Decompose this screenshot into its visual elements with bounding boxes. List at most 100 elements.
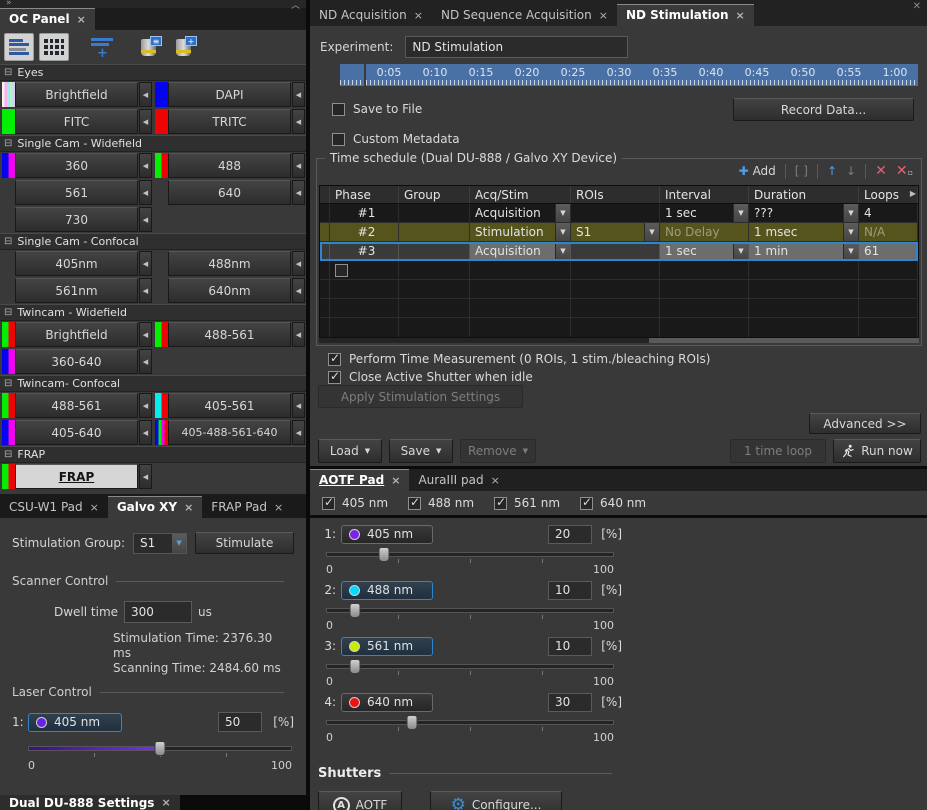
tab-galvo-xy[interactable]: Galvo XY × [108, 496, 202, 518]
col-duration[interactable]: Duration [749, 186, 859, 203]
oc-group-header-eyes[interactable]: ⊟ Eyes [0, 64, 306, 81]
stimulation-group-select[interactable]: S1 ▼ [133, 533, 187, 554]
collapse-group-icon[interactable]: ⊟ [4, 378, 12, 389]
move-up-icon[interactable]: ↑ [827, 164, 837, 178]
channel-488-checkbox[interactable] [408, 497, 421, 510]
channel-405-checkbox[interactable] [322, 497, 335, 510]
collapse-group-icon[interactable]: ⊟ [4, 307, 12, 318]
tear-off-icon[interactable]: ◀ [139, 278, 152, 303]
oc-button-fitc[interactable]: FITC [15, 109, 138, 134]
tab-oc-panel[interactable]: OC Panel × [0, 8, 95, 30]
close-icon[interactable]: × [274, 501, 283, 514]
duration-dropdown[interactable]: 1 min▼ [749, 242, 859, 260]
interval-cell[interactable]: No Delay [660, 223, 749, 241]
acq-stim-dropdown[interactable]: Acquisition▼ [470, 204, 571, 222]
tear-off-icon[interactable]: ◀ [139, 207, 152, 232]
rois-dropdown[interactable]: S1▼ [571, 223, 660, 241]
collapse-group-icon[interactable]: ⊟ [4, 236, 12, 247]
acq-stim-dropdown[interactable]: Acquisition▼ [470, 242, 571, 260]
tab-nd-sequence-acquisition[interactable]: ND Sequence Acquisition × [432, 5, 617, 26]
schedule-row-1[interactable]: #1 Acquisition▼ 1 sec▼ ???▼ 4 [320, 204, 918, 223]
aotf-laser-405-button[interactable]: 405 nm [341, 525, 433, 544]
chevron-down-icon[interactable]: ▼ [555, 223, 570, 241]
channel-640-checkbox[interactable] [580, 497, 593, 510]
interval-dropdown[interactable]: 1 sec▼ [660, 242, 749, 260]
chevron-down-icon[interactable]: ▼ [733, 242, 748, 260]
tear-off-icon[interactable]: ◀ [139, 251, 152, 276]
slider-handle[interactable] [349, 603, 360, 618]
laser-405-slider[interactable] [326, 547, 614, 561]
group-cell[interactable] [399, 204, 470, 222]
brackets-button[interactable]: [ ] [795, 164, 808, 178]
tab-frap-pad[interactable]: FRAP Pad × [202, 497, 292, 518]
list-view-button[interactable] [4, 33, 34, 61]
run-now-button[interactable]: Run now [833, 439, 921, 463]
laser-power-slider[interactable] [28, 741, 292, 755]
tab-aotf-pad[interactable]: AOTF Pad × [310, 469, 409, 491]
tear-off-icon[interactable]: ◀ [292, 420, 305, 445]
save-to-file-checkbox[interactable] [332, 103, 345, 116]
aotf-laser-640-button[interactable]: 640 nm [341, 693, 433, 712]
duration-dropdown[interactable]: ???▼ [749, 204, 859, 222]
collapse-panel-icon[interactable]: » [6, 0, 12, 8]
chevron-down-icon[interactable]: ▼ [171, 534, 186, 553]
close-icon[interactable]: × [414, 9, 423, 22]
oc-group-header-singlecam-widefield[interactable]: ⊟ Single Cam - Widefield [0, 135, 306, 152]
oc-button-tc-405-488-561-640[interactable]: 405-488-561-640 [168, 420, 291, 445]
close-icon[interactable]: × [161, 796, 170, 809]
oc-button-730[interactable]: 730 [15, 207, 138, 232]
slider-handle[interactable] [378, 547, 389, 562]
tear-off-icon[interactable]: ◀ [139, 109, 152, 134]
rois-cell[interactable] [571, 242, 660, 260]
tear-off-icon[interactable]: ◀ [292, 393, 305, 418]
oc-button-561nm[interactable]: 561nm [15, 278, 138, 303]
tear-off-icon[interactable]: ◀ [292, 251, 305, 276]
dwell-time-input[interactable] [124, 601, 192, 623]
shutter-configure-button[interactable]: ⚙ Configure... [430, 791, 562, 810]
scroll-up-icon[interactable]: ︿ [291, 0, 300, 11]
chevron-down-icon[interactable]: ▼ [644, 223, 659, 241]
oc-button-488[interactable]: 488 [168, 153, 291, 178]
loops-cell[interactable]: N/A [859, 223, 918, 241]
group-cell[interactable] [399, 242, 470, 260]
schedule-row-2[interactable]: #2 Stimulation▼ S1▼ No Delay 1 msec▼ N/A [320, 223, 918, 242]
loops-cell[interactable]: 61 [859, 242, 918, 260]
loops-cell[interactable]: 4 [859, 204, 918, 222]
laser-640-slider[interactable] [326, 715, 614, 729]
oc-button-frap-selected[interactable]: FRAP [15, 464, 138, 489]
channel-561-checkbox[interactable] [494, 497, 507, 510]
slider-handle[interactable] [155, 741, 166, 756]
save-button[interactable]: Save▼ [389, 439, 453, 463]
add-configuration-button[interactable]: + [87, 33, 117, 61]
close-icon[interactable]: × [391, 474, 400, 487]
chevron-down-icon[interactable]: ▼ [555, 204, 570, 222]
new-phase-checkbox[interactable] [335, 264, 348, 277]
record-data-button[interactable]: Record Data... [733, 98, 914, 121]
experiment-name-input[interactable] [405, 36, 628, 58]
oc-button-488nm[interactable]: 488nm [168, 251, 291, 276]
aotf-laser-488-button[interactable]: 488 nm [341, 581, 433, 600]
tear-off-icon[interactable]: ◀ [139, 420, 152, 445]
grid-view-button[interactable] [39, 33, 69, 61]
laser-561-power-input[interactable] [548, 637, 592, 656]
close-icon[interactable]: × [77, 13, 86, 26]
oc-button-640[interactable]: 640 [168, 180, 291, 205]
stimulate-button[interactable]: Stimulate [195, 532, 294, 554]
tear-off-icon[interactable]: ◀ [139, 180, 152, 205]
tab-nd-stimulation[interactable]: ND Stimulation × [617, 4, 754, 26]
tear-off-icon[interactable]: ◀ [292, 322, 305, 347]
load-button[interactable]: Load▼ [318, 439, 382, 463]
collapse-group-icon[interactable]: ⊟ [4, 449, 12, 460]
tear-off-icon[interactable]: ◀ [292, 180, 305, 205]
tear-off-icon[interactable]: ◀ [139, 393, 152, 418]
remove-button[interactable]: Remove▼ [460, 439, 536, 463]
tear-off-icon[interactable]: ◀ [139, 153, 152, 178]
collapse-group-icon[interactable]: ⊟ [4, 138, 12, 149]
close-active-shutter-checkbox[interactable] [328, 371, 341, 384]
close-icon[interactable]: × [736, 9, 745, 22]
move-down-icon[interactable]: ↓ [846, 164, 856, 178]
table-horizontal-scrollbar[interactable] [319, 338, 919, 343]
laser-561-slider[interactable] [326, 659, 614, 673]
col-acq-stim[interactable]: Acq/Stim [470, 186, 571, 203]
perform-time-measurement-checkbox[interactable] [328, 353, 341, 366]
